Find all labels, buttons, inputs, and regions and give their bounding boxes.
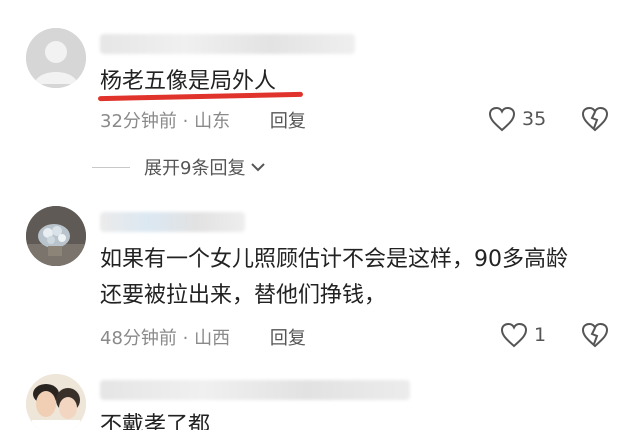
like-count: 35 — [522, 108, 547, 130]
comment-item: 如果有一个女儿照顾估计不会是这样，90多高龄 还要被拉出来，替他们挣钱， 48分… — [0, 190, 640, 366]
like-count: 1 — [534, 324, 547, 346]
divider-line — [92, 166, 130, 168]
comment-list: 杨老五像是局外人 32分钟前 · 山东 回复 35 展开9条回复 如果有一个女儿… — [0, 0, 640, 430]
expand-replies-label: 展开9条回复 — [144, 158, 246, 179]
comment-text-line-1: 如果有一个女儿照顾估计不会是这样，90多高龄 — [100, 247, 568, 272]
comment-text: 不戴孝了都 — [100, 413, 211, 430]
default-avatar-icon — [26, 28, 86, 88]
username-redacted[interactable] — [100, 380, 410, 400]
comment-time: 32分钟前 — [100, 111, 177, 132]
dislike-button[interactable] — [581, 106, 609, 136]
comment-location: 山西 — [194, 328, 231, 349]
avatar[interactable] — [26, 28, 86, 88]
comment-time: 48分钟前 — [100, 328, 177, 349]
comment-text-line-2: 还要被拉出来，替他们挣钱， — [100, 283, 387, 308]
heart-icon — [500, 322, 528, 348]
comment-location: 山东 — [194, 111, 231, 132]
comment-meta: 32分钟前 · 山东 回复 — [100, 107, 306, 133]
heart-icon — [488, 106, 516, 132]
reply-button[interactable]: 回复 — [270, 328, 306, 349]
chevron-down-icon — [251, 163, 266, 172]
broken-heart-icon — [581, 106, 609, 132]
reply-button[interactable]: 回复 — [270, 111, 306, 132]
flower-bouquet-avatar-icon — [26, 206, 86, 266]
broken-heart-icon — [581, 322, 609, 348]
like-button[interactable]: 35 — [488, 106, 546, 132]
avatar[interactable] — [26, 206, 86, 266]
comment-item: 杨老五像是局外人 32分钟前 · 山东 回复 35 展开9条回复 — [0, 0, 640, 190]
comment-meta: 48分钟前 · 山西 回复 — [100, 324, 306, 350]
comment-item: 不戴孝了都 — [0, 366, 640, 430]
username-redacted[interactable] — [100, 212, 245, 232]
expand-replies-button[interactable]: 展开9条回复 — [92, 154, 267, 180]
dislike-button[interactable] — [581, 322, 609, 352]
meta-separator: · — [182, 328, 189, 349]
avatar[interactable] — [26, 374, 86, 430]
meta-separator: · — [182, 111, 189, 132]
username-redacted[interactable] — [100, 34, 355, 54]
couple-photo-avatar-icon — [26, 374, 86, 430]
like-button[interactable]: 1 — [500, 322, 546, 348]
